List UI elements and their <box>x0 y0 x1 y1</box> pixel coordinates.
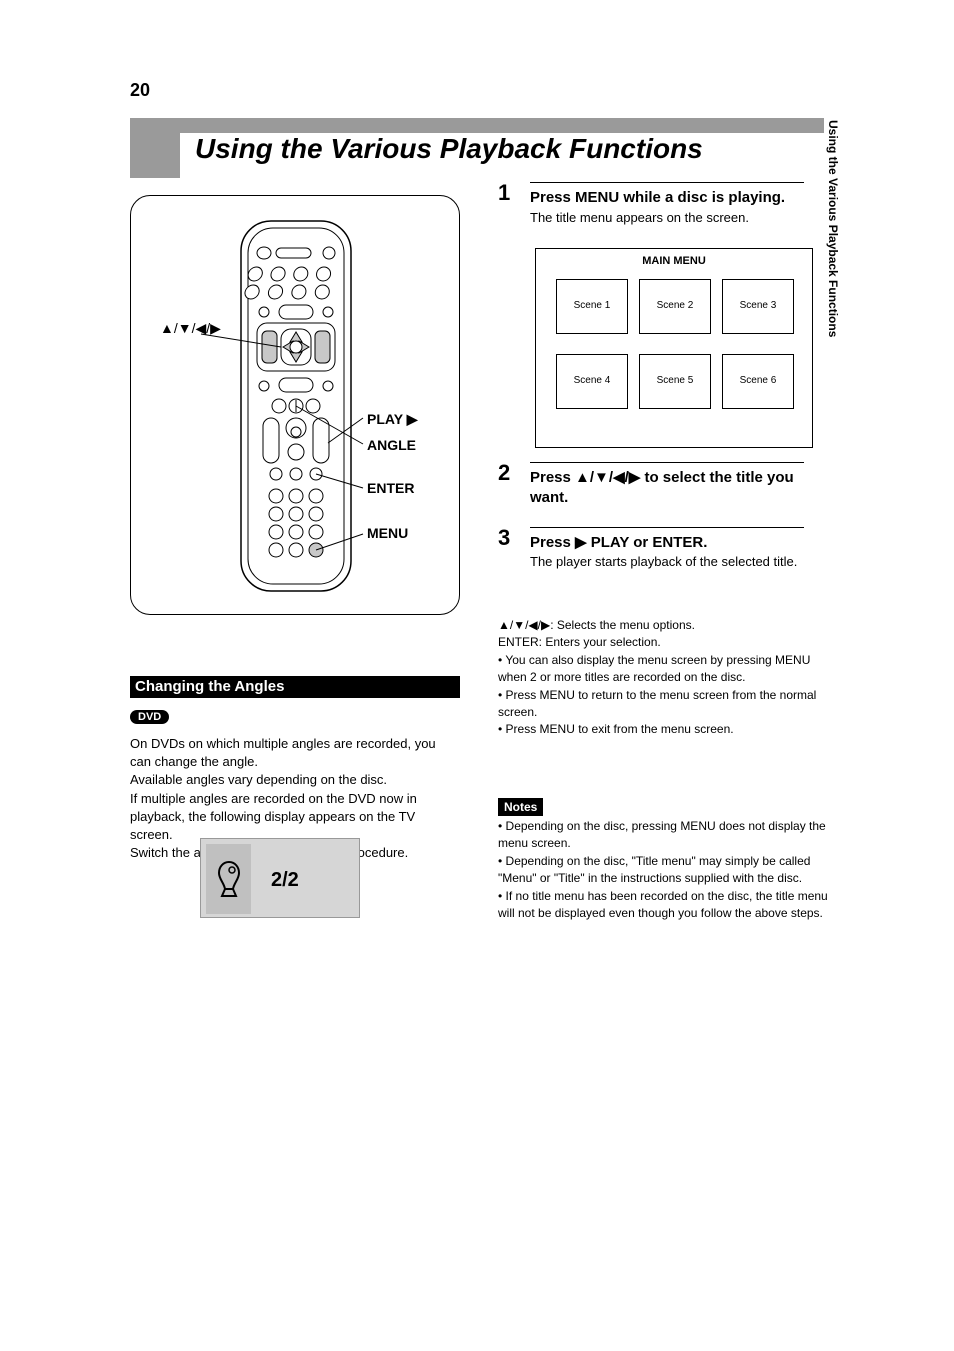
step-3-body: The player starts playback of the select… <box>530 553 820 571</box>
step-3-number: 3 <box>498 525 510 551</box>
step-1-title-text: Press MENU while a disc is playing. <box>530 189 785 206</box>
side-tab: Using the Various Playback Functions <box>826 118 844 478</box>
angle-value: 2/2 <box>271 869 299 892</box>
step-3-title: Press ▶ PLAY or ENTER. <box>530 533 820 551</box>
angle-icon-box <box>206 844 251 914</box>
dvd-badge: DVD <box>130 710 169 724</box>
remote-label-menu: MENU <box>367 525 408 541</box>
remote-label-play: PLAY ▶ <box>367 411 417 428</box>
remote-label-arrows: ▲/▼/◀/▶ <box>160 320 221 337</box>
remote-label-angle: ANGLE <box>367 437 416 453</box>
step-1-title: Press MENU while a disc is playing. The … <box>530 188 820 227</box>
title-tab-block <box>130 118 180 178</box>
angle-display-box: 2/2 <box>200 838 360 918</box>
step-2-divider <box>530 462 804 463</box>
step-2-number: 2 <box>498 460 510 486</box>
menu-preview: MAIN MENU Scene 1 Scene 2 Scene 3 Scene … <box>535 248 813 448</box>
menu-cell: Scene 6 <box>722 354 794 409</box>
menu-cell: Scene 3 <box>722 279 794 334</box>
menu-cell: Scene 5 <box>639 354 711 409</box>
side-tab-label: Using the Various Playback Functions <box>826 120 840 337</box>
remote-illustration <box>130 195 460 615</box>
page-number-top: 20 <box>130 80 150 101</box>
title-bar <box>180 118 824 133</box>
menu-preview-title: MAIN MENU <box>536 255 812 267</box>
camera-angle-icon <box>212 859 246 899</box>
menu-cell: Scene 4 <box>556 354 628 409</box>
notes-body: • Depending on the disc, pressing MENU d… <box>498 818 828 922</box>
menu-cell: Scene 2 <box>639 279 711 334</box>
step-3-divider <box>530 527 804 528</box>
remote-label-enter: ENTER <box>367 480 414 496</box>
section-header-text: Changing the Angles <box>135 678 284 695</box>
step-1-divider <box>530 182 804 183</box>
step-1-subtext: The title menu appears on the screen. <box>530 210 749 225</box>
notes-label: Notes <box>498 798 543 816</box>
menu-cell: Scene 1 <box>556 279 628 334</box>
step-2-title: Press ▲/▼/◀/▶ to select the title you wa… <box>530 468 820 507</box>
hints-body: ▲/▼/◀/▶: Selects the menu options.ENTER:… <box>498 617 828 739</box>
page-title: Using the Various Playback Functions <box>195 133 703 165</box>
step-1-number: 1 <box>498 180 510 206</box>
